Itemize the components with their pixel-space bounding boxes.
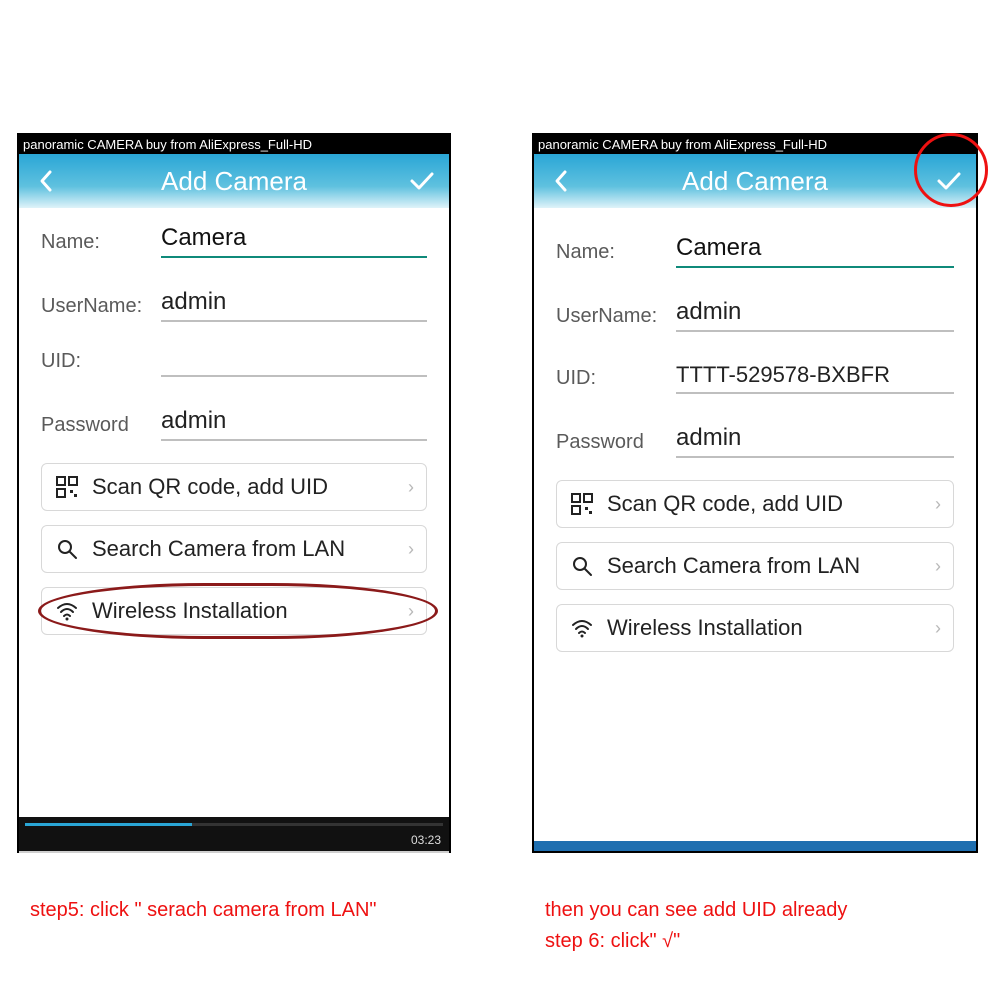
video-time: 03:23 — [411, 833, 441, 847]
username-input[interactable]: admin — [676, 296, 954, 332]
uid-label: UID: — [41, 350, 161, 377]
video-caption: panoramic CAMERA buy from AliExpress_Ful… — [19, 135, 449, 154]
video-controls[interactable]: 03:23 — [19, 817, 449, 851]
uid-input[interactable] — [161, 369, 427, 377]
app-header: Add Camera — [19, 154, 449, 208]
wireless-install-button[interactable]: Wireless Installation › — [556, 604, 954, 652]
caption-right-a: then you can see add UID already — [545, 897, 847, 924]
form-area: Name: Camera UserName: admin UID: Passwo… — [19, 208, 449, 817]
chevron-right-icon: › — [408, 477, 414, 498]
confirm-check-icon[interactable] — [409, 168, 435, 194]
page-title: Add Camera — [19, 166, 449, 197]
caption-step6: step 6: click" √" — [545, 928, 680, 955]
caption-step5: step5: click " serach camera from LAN" — [30, 897, 377, 924]
name-input[interactable]: Camera — [161, 222, 427, 258]
scan-qr-label: Scan QR code, add UID — [607, 491, 935, 517]
wifi-icon — [54, 600, 80, 622]
scan-qr-button[interactable]: Scan QR code, add UID › — [41, 463, 427, 511]
username-label: UserName: — [41, 295, 161, 322]
password-input[interactable]: admin — [161, 405, 427, 441]
search-lan-button[interactable]: Search Camera from LAN › — [556, 542, 954, 590]
uid-label: UID: — [556, 367, 676, 394]
name-label: Name: — [41, 231, 161, 258]
wifi-icon — [569, 617, 595, 639]
password-label: Password — [41, 414, 161, 441]
wireless-label: Wireless Installation — [607, 615, 935, 641]
qr-icon — [569, 493, 595, 515]
chevron-right-icon: › — [935, 618, 941, 639]
wireless-label: Wireless Installation — [92, 598, 408, 624]
back-icon[interactable] — [33, 168, 59, 194]
chevron-right-icon: › — [408, 539, 414, 560]
wireless-install-button[interactable]: Wireless Installation › — [41, 587, 427, 635]
password-label: Password — [556, 431, 676, 458]
username-label: UserName: — [556, 305, 676, 332]
confirm-check-icon[interactable] — [936, 168, 962, 194]
password-input[interactable]: admin — [676, 422, 954, 458]
uid-input[interactable]: TTTT-529578-BXBFR — [676, 360, 954, 394]
search-lan-button[interactable]: Search Camera from LAN › — [41, 525, 427, 573]
scan-qr-label: Scan QR code, add UID — [92, 474, 408, 500]
qr-icon — [54, 476, 80, 498]
back-icon[interactable] — [548, 168, 574, 194]
username-input[interactable]: admin — [161, 286, 427, 322]
app-header: Add Camera — [534, 154, 976, 208]
search-lan-label: Search Camera from LAN — [607, 553, 935, 579]
chevron-right-icon: › — [935, 494, 941, 515]
search-icon — [54, 538, 80, 560]
video-progress[interactable] — [25, 823, 443, 826]
video-caption: panoramic CAMERA buy from AliExpress_Ful… — [534, 135, 976, 154]
name-input[interactable]: Camera — [676, 232, 954, 268]
form-area: Name: Camera UserName: admin UID: TTTT-5… — [534, 208, 976, 841]
scan-qr-button[interactable]: Scan QR code, add UID › — [556, 480, 954, 528]
chevron-right-icon: › — [408, 601, 414, 622]
chevron-right-icon: › — [935, 556, 941, 577]
page-title: Add Camera — [534, 166, 976, 197]
search-lan-label: Search Camera from LAN — [92, 536, 408, 562]
name-label: Name: — [556, 241, 676, 268]
search-icon — [569, 555, 595, 577]
